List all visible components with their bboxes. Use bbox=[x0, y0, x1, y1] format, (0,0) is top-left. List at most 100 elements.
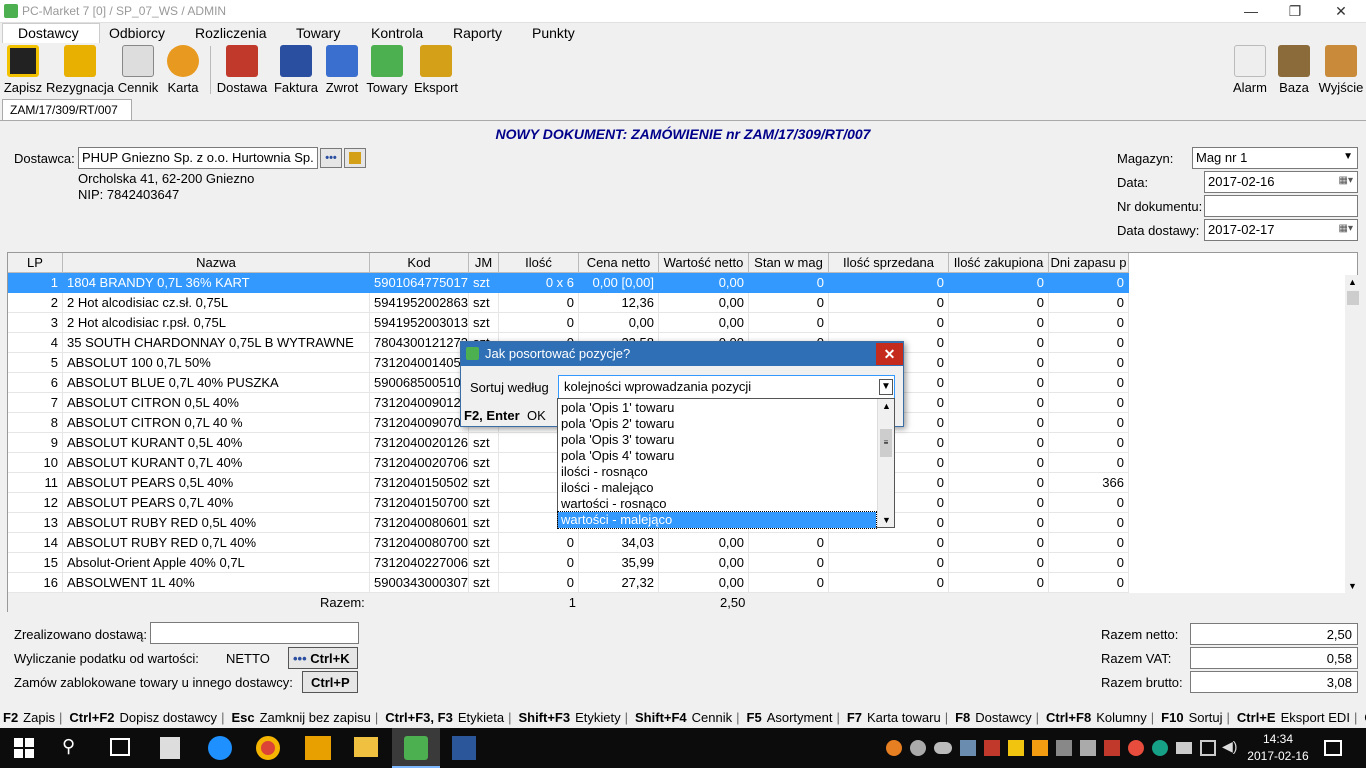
column-header[interactable]: Cena netto bbox=[579, 253, 659, 273]
column-header[interactable]: Ilość sprzedana bbox=[829, 253, 949, 273]
fkey-label[interactable]: Zapis bbox=[23, 710, 55, 725]
column-header[interactable]: JM bbox=[469, 253, 499, 273]
clock-time[interactable]: 14:34 bbox=[1246, 732, 1310, 746]
tray-icon[interactable] bbox=[1104, 740, 1120, 756]
close-window-button[interactable]: ✕ bbox=[1318, 0, 1364, 23]
fkey-label[interactable]: Karta towaru bbox=[867, 710, 941, 725]
karta-button[interactable]: Karta bbox=[163, 44, 203, 96]
sort-options-list[interactable]: pola 'Opis 1' towaru pola 'Opis 2' towaru… bbox=[557, 398, 895, 529]
word-icon[interactable] bbox=[452, 736, 476, 760]
column-header[interactable]: Ilość bbox=[499, 253, 579, 273]
chevron-up-icon[interactable]: ▲ bbox=[882, 401, 891, 411]
tray-icon[interactable] bbox=[1056, 740, 1072, 756]
minimize-button[interactable]: — bbox=[1228, 0, 1274, 23]
towary-button[interactable]: Towary bbox=[364, 44, 410, 96]
fkey-shortcut[interactable]: F5 bbox=[747, 710, 762, 725]
table-row[interactable]: 1 1804 BRANDY 0,7L 36% KART 5901064775017 s… bbox=[8, 273, 1129, 293]
supplier-browse-button[interactable]: ••• bbox=[320, 148, 342, 168]
tray-icon[interactable] bbox=[1128, 740, 1144, 756]
mail-icon[interactable] bbox=[1008, 740, 1024, 756]
document-tab[interactable]: ZAM/17/309/RT/007 bbox=[2, 99, 132, 121]
sort-option[interactable]: pola 'Opis 3' towaru bbox=[558, 432, 876, 448]
menu-towary[interactable]: Towary bbox=[296, 25, 340, 41]
file-explorer-icon[interactable] bbox=[354, 737, 378, 757]
fkey-label[interactable]: Etykieta bbox=[458, 710, 504, 725]
sort-option[interactable]: wartości - malejąco bbox=[557, 511, 877, 529]
table-row[interactable]: 14 ABSOLUT RUBY RED 0,7L 40% 7312040080700… bbox=[8, 533, 1129, 553]
menu-punkty[interactable]: Punkty bbox=[532, 25, 575, 41]
internet-explorer-icon[interactable] bbox=[208, 736, 232, 760]
column-header[interactable]: LP bbox=[8, 253, 63, 273]
pc-market-task[interactable] bbox=[392, 728, 440, 768]
eksport-button[interactable]: Eksport bbox=[412, 44, 460, 96]
task-view-icon[interactable] bbox=[110, 738, 130, 756]
scroll-thumb[interactable]: ≡ bbox=[880, 429, 892, 457]
table-row[interactable]: 15 Absolut-Orient Apple 40% 0,7L 731204022… bbox=[8, 553, 1129, 573]
fkey-shortcut[interactable]: F8 bbox=[955, 710, 970, 725]
chrome-icon[interactable] bbox=[256, 736, 280, 760]
fkey-label[interactable]: Asortyment bbox=[767, 710, 833, 725]
fkey-shortcut[interactable]: F2 bbox=[3, 710, 18, 725]
dropdown-scrollbar[interactable]: ▲ ≡ ▼ bbox=[877, 399, 894, 527]
fkey-shortcut[interactable]: Ctrl+F3, F3 bbox=[385, 710, 453, 725]
column-header[interactable]: Stan w mag bbox=[749, 253, 829, 273]
sort-option[interactable]: pola 'Opis 4' towaru bbox=[558, 448, 876, 464]
store-icon[interactable] bbox=[160, 737, 180, 759]
column-header[interactable]: Wartość netto bbox=[659, 253, 749, 273]
zrealizowano-field[interactable] bbox=[150, 622, 359, 644]
fkey-shortcut[interactable]: Shift+F4 bbox=[635, 710, 687, 725]
sort-option[interactable]: ilości - rosnąco bbox=[558, 464, 876, 480]
tray-icon[interactable] bbox=[960, 740, 976, 756]
maximize-button[interactable]: ❐ bbox=[1272, 0, 1318, 23]
fkey-label[interactable]: Eksport EDI bbox=[1281, 710, 1350, 725]
chevron-down-icon[interactable]: ▼ bbox=[882, 515, 891, 525]
fkey-shortcut[interactable]: Ctrl+F2 bbox=[69, 710, 114, 725]
chevron-down-icon[interactable]: ▼ bbox=[1348, 581, 1357, 591]
fkey-shortcut[interactable]: F10 bbox=[1161, 710, 1183, 725]
table-row[interactable]: 16 ABSOLWENT 1L 40% 5900343000307 szt 0 27,32… bbox=[8, 573, 1129, 593]
dialog-close-button[interactable]: ✕ bbox=[876, 343, 903, 365]
sort-option[interactable]: wartości - rosnąco bbox=[558, 496, 876, 512]
search-icon[interactable]: ⚲ bbox=[62, 736, 75, 757]
fkey-shortcut[interactable]: Esc bbox=[231, 710, 254, 725]
clock-date[interactable]: 2017-02-16 bbox=[1246, 749, 1310, 763]
magazyn-select[interactable]: Mag nr 1 ▼ bbox=[1192, 147, 1358, 169]
outlook-icon[interactable] bbox=[305, 736, 331, 760]
network-icon[interactable] bbox=[1200, 740, 1216, 756]
tray-icon[interactable] bbox=[984, 740, 1000, 756]
ctrl-p-button[interactable]: Ctrl+P bbox=[302, 671, 358, 693]
zwrot-button[interactable]: Zwrot bbox=[322, 44, 362, 96]
chevron-up-icon[interactable]: ▲ bbox=[1348, 277, 1357, 287]
column-header[interactable]: Ilość zakupiona bbox=[949, 253, 1049, 273]
menu-odbiorcy[interactable]: Odbiorcy bbox=[109, 25, 165, 41]
column-header[interactable]: Dni zapasu p bbox=[1049, 253, 1129, 273]
tray-icon[interactable] bbox=[886, 740, 902, 756]
table-row[interactable]: 32 Hot alcodisiac r.psł. 0,75L 5941952003… bbox=[8, 313, 1129, 333]
tray-icon[interactable] bbox=[910, 740, 926, 756]
fkey-label[interactable]: Dostawcy bbox=[975, 710, 1031, 725]
sort-option[interactable]: pola 'Opis 2' towaru bbox=[558, 416, 876, 432]
fkey-shortcut[interactable]: Ctrl+F8 bbox=[1046, 710, 1091, 725]
ctrl-k-button[interactable]: ••• Ctrl+K bbox=[288, 647, 358, 669]
dostawa-button[interactable]: Dostawa bbox=[216, 44, 268, 96]
rezygnacja-button[interactable]: Rezygnacja bbox=[46, 44, 114, 96]
menu-kontrola[interactable]: Kontrola bbox=[371, 25, 423, 41]
fkey-label[interactable]: Kolumny bbox=[1096, 710, 1147, 725]
fkey-shortcut[interactable]: Ctrl+E bbox=[1237, 710, 1276, 725]
tray-icon[interactable] bbox=[1032, 740, 1048, 756]
notifications-icon[interactable] bbox=[1324, 740, 1342, 756]
battery-icon[interactable] bbox=[1176, 742, 1192, 754]
cloud-icon[interactable] bbox=[934, 742, 952, 754]
column-header[interactable]: Nazwa bbox=[63, 253, 370, 273]
sort-option[interactable]: pola 'Opis 1' towaru bbox=[558, 400, 876, 416]
grid-scrollbar[interactable]: ▲ ▼ bbox=[1345, 275, 1361, 593]
baza-button[interactable]: Baza bbox=[1275, 44, 1313, 96]
windows-start-icon[interactable] bbox=[14, 738, 34, 758]
alarm-button[interactable]: Alarm bbox=[1229, 44, 1271, 96]
column-header[interactable]: Kod bbox=[370, 253, 469, 273]
data-dostawy-field[interactable]: 2017-02-17 ▦▾ bbox=[1204, 219, 1358, 241]
scroll-thumb[interactable] bbox=[1347, 291, 1359, 305]
fkey-label[interactable]: Cennik bbox=[692, 710, 732, 725]
menu-rozliczenia[interactable]: Rozliczenia bbox=[195, 25, 267, 41]
volume-icon[interactable]: ◀) bbox=[1222, 738, 1237, 755]
